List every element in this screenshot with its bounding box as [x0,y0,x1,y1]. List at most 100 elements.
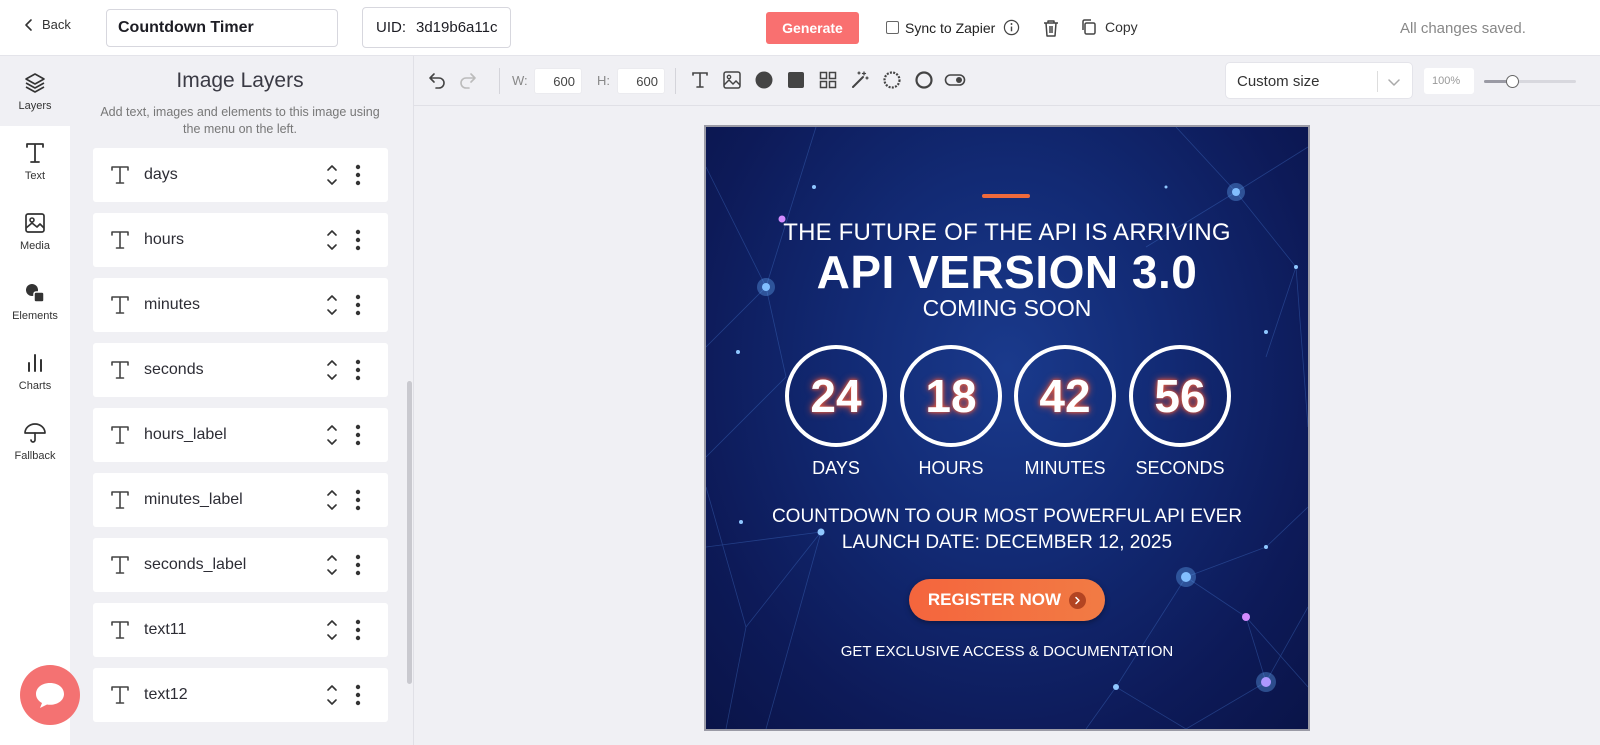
width-input[interactable] [534,68,582,94]
timer-label[interactable]: SECONDS [1120,458,1240,479]
back-label: Back [42,17,71,32]
layers-panel: Image Layers Add text, images and elemen… [70,56,414,745]
more-vertical-icon[interactable] [355,554,361,576]
reorder-arrows-icon[interactable] [326,422,338,448]
rail-item-media[interactable]: Media [0,196,70,266]
reorder-arrows-icon[interactable] [326,487,338,513]
image-tool-icon[interactable] [722,70,742,90]
timer-label[interactable]: MINUTES [1005,458,1125,479]
reorder-arrows-icon[interactable] [326,357,338,383]
undo-icon[interactable] [427,70,447,90]
layers-icon [25,72,45,93]
ring-tool-icon[interactable] [882,70,902,90]
rail-item-text[interactable]: Text [0,126,70,196]
body-line-1[interactable]: COUNTDOWN TO OUR MOST POWERFUL API EVER [706,506,1308,528]
more-vertical-icon[interactable] [355,619,361,641]
timer-label[interactable]: HOURS [891,458,1011,479]
layer-item[interactable]: days [93,148,388,202]
more-vertical-icon[interactable] [355,294,361,316]
grid-tool-icon[interactable] [818,70,838,90]
chat-button[interactable] [20,665,80,725]
headline-sub[interactable]: COMING SOON [706,295,1308,322]
layer-item[interactable]: text11 [93,603,388,657]
redo-icon[interactable] [458,70,478,90]
design-canvas[interactable]: THE FUTURE OF THE API IS ARRIVING API VE… [704,125,1310,731]
timer-circle[interactable]: 42 [1014,345,1116,447]
height-input[interactable] [617,68,665,94]
text-layer-icon [111,556,129,574]
reorder-arrows-icon[interactable] [326,552,338,578]
headline-top[interactable]: THE FUTURE OF THE API IS ARRIVING [706,219,1308,247]
circle-tool-icon[interactable] [754,70,774,90]
text-layer-icon [111,686,129,704]
trash-icon[interactable] [1042,18,1060,38]
layer-item[interactable]: hours_label [93,408,388,462]
back-button[interactable]: Back [22,17,71,32]
reorder-arrows-icon[interactable] [326,162,338,188]
magic-wand-icon[interactable] [850,70,870,90]
left-rail: Layers Text Media Elements Charts Fallba… [0,56,70,745]
layer-name: seconds [144,361,204,378]
text-layer-icon [111,491,129,509]
reorder-arrows-icon[interactable] [326,227,338,253]
layer-item[interactable]: seconds_label [93,538,388,592]
timer-circle[interactable]: 18 [900,345,1002,447]
layer-item[interactable]: minutes_label [93,473,388,527]
layer-item[interactable]: text12 [93,668,388,722]
timer-circle[interactable]: 56 [1129,345,1231,447]
layers-scrollbar[interactable] [407,381,412,684]
timer-label[interactable]: DAYS [776,458,896,479]
title-input[interactable] [106,9,338,47]
toolbar-divider [675,68,676,94]
rail-item-layers[interactable]: Layers [0,56,70,126]
rail-item-elements[interactable]: Elements [0,266,70,336]
zoom-slider[interactable] [1484,75,1576,88]
uid-label: UID: [376,19,406,36]
layer-item[interactable]: minutes [93,278,388,332]
register-now-button[interactable]: REGISTER NOW [909,579,1105,621]
footer-text[interactable]: GET EXCLUSIVE ACCESS & DOCUMENTATION [706,643,1308,660]
rail-item-charts[interactable]: Charts [0,336,70,406]
info-icon[interactable] [1003,19,1020,36]
rail-item-fallback[interactable]: Fallback [0,406,70,476]
timer-value: 24 [810,370,862,422]
height-label: H: [597,73,610,88]
umbrella-icon [24,422,46,443]
text-layer-icon [111,166,129,184]
more-vertical-icon[interactable] [355,359,361,381]
toggle-tool-icon[interactable] [944,72,966,88]
sync-to-zapier[interactable]: Sync to Zapier [886,19,1020,36]
layer-item[interactable]: hours [93,213,388,267]
copy-button[interactable]: Copy [1080,18,1138,36]
layer-item[interactable]: seconds [93,343,388,397]
layer-name: minutes [144,296,201,313]
size-preset-select[interactable]: Custom size [1225,62,1413,99]
timer-circle[interactable]: 24 [785,345,887,447]
more-vertical-icon[interactable] [355,424,361,446]
toolbar-divider [499,68,500,94]
headline-main[interactable]: API VERSION 3.0 [706,245,1308,299]
zoom-slider-knob[interactable] [1505,75,1519,88]
rail-label-fallback: Fallback [14,449,56,462]
reorder-arrows-icon[interactable] [326,292,338,318]
square-tool-icon[interactable] [786,70,806,90]
circle-outline-icon[interactable] [914,70,934,90]
more-vertical-icon[interactable] [355,164,361,186]
zoom-level[interactable]: 100% [1424,68,1474,94]
reorder-arrows-icon[interactable] [326,682,338,708]
more-vertical-icon[interactable] [355,684,361,706]
timer-value: 42 [1039,370,1091,422]
layer-name: hours_label [144,426,227,443]
reorder-arrows-icon[interactable] [326,617,338,643]
sync-checkbox[interactable] [886,21,899,34]
generate-button[interactable]: Generate [766,12,859,44]
image-icon [25,212,45,233]
body-line-2[interactable]: LAUNCH DATE: DECEMBER 12, 2025 [706,532,1308,554]
text-tool-icon[interactable] [690,70,710,90]
sync-label: Sync to Zapier [905,19,996,36]
select-divider [1377,71,1378,92]
more-vertical-icon[interactable] [355,229,361,251]
layer-name: seconds_label [144,556,247,573]
more-vertical-icon[interactable] [355,489,361,511]
rail-label-elements: Elements [12,309,58,322]
